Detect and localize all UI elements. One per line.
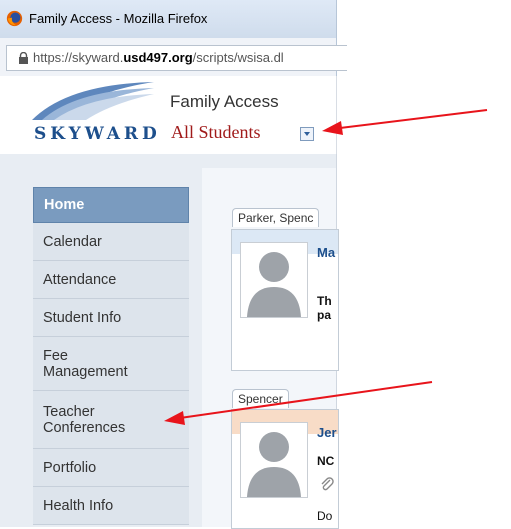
url-text[interactable]: https://skyward.usd497.org/scripts/wsisa…	[33, 50, 284, 65]
skyward-logo: SKYWARD	[34, 124, 161, 144]
student-card-2: Jer NC Do	[231, 409, 339, 529]
sidebar-item-health-info[interactable]: Health Info	[33, 487, 189, 525]
arrow-to-student-selector	[322, 109, 488, 135]
app-title: Family Access	[170, 92, 279, 111]
message-text: NC	[317, 454, 335, 468]
message-footer: Do	[317, 509, 333, 523]
skyward-logo-swoosh	[32, 82, 154, 120]
window-title: Family Access - Mozilla Firefox	[29, 11, 208, 26]
window-titlebar: Family Access - Mozilla Firefox	[0, 0, 337, 38]
dropdown-arrow-icon[interactable]	[300, 127, 314, 141]
lock-icon	[19, 52, 28, 64]
sidebar-item-portfolio[interactable]: Portfolio	[33, 449, 189, 487]
student-tab-spencer[interactable]: Spencer	[232, 389, 289, 408]
sidebar-item-teacher-conferences[interactable]: Teacher Conferences	[33, 391, 189, 449]
sidebar-item-fee-management[interactable]: Fee Management	[33, 337, 189, 391]
firefox-icon	[6, 10, 23, 27]
student-selector[interactable]: All Students	[171, 122, 261, 143]
sidebar-nav: Home Calendar Attendance Student Info Fe…	[33, 187, 189, 525]
sidebar-item-student-info[interactable]: Student Info	[33, 299, 189, 337]
student-tab-parker[interactable]: Parker, Spenc	[232, 208, 320, 227]
message-text: Th pa	[317, 294, 332, 322]
sidebar-item-attendance[interactable]: Attendance	[33, 261, 189, 299]
avatar-placeholder-icon	[240, 242, 308, 318]
paperclip-icon[interactable]	[320, 476, 334, 492]
sidebar-item-home[interactable]: Home	[33, 187, 189, 223]
student-card-1: Ma Th pa	[231, 229, 339, 371]
student-name[interactable]: Ma	[317, 245, 335, 260]
sidebar-item-calendar[interactable]: Calendar	[33, 223, 189, 261]
avatar-placeholder-icon	[240, 422, 308, 498]
student-name[interactable]: Jer	[317, 425, 337, 440]
